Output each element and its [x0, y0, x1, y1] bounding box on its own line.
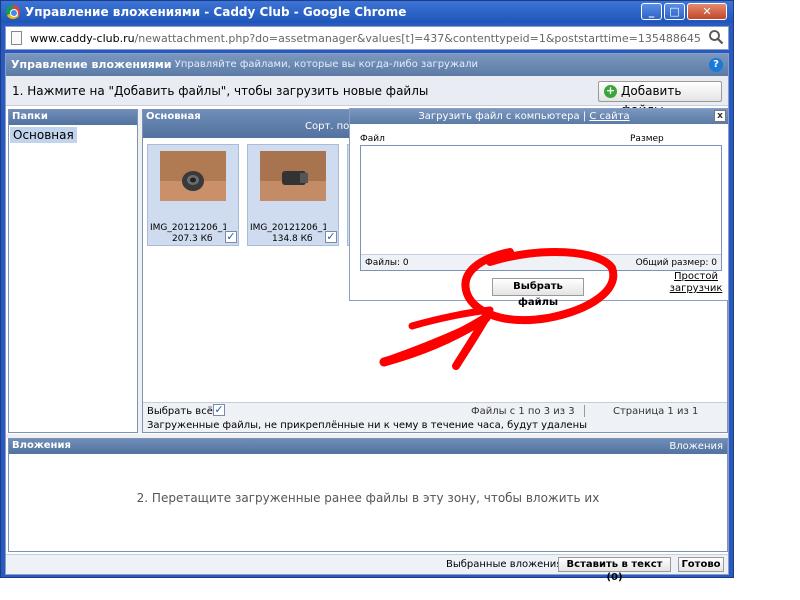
magnifier-icon[interactable]	[708, 29, 724, 45]
help-icon[interactable]: ?	[709, 58, 723, 72]
file-column-header: Файл	[360, 134, 385, 144]
total-size: Общий размер: 0	[635, 258, 717, 268]
attachments-title: Вложения	[12, 440, 71, 451]
from-site-link[interactable]: С сайта	[589, 111, 629, 122]
done-button[interactable]: Готово	[678, 557, 724, 572]
dialog-subtitle: - Управляйте файлами, которые вы когда-л…	[168, 59, 478, 70]
file-checkbox[interactable]: ✓	[325, 231, 337, 243]
simple-uploader-link[interactable]: Простой загрузчик	[666, 271, 726, 295]
file-checkbox[interactable]: ✓	[225, 231, 237, 243]
file-name: IMG_20121206_1524	[250, 223, 326, 233]
upload-header: Загрузить файл с компьютера | С сайта	[350, 109, 728, 124]
attachments-panel[interactable]: Вложения Вложения 2. Перетащите загружен…	[8, 438, 728, 552]
folders-title: Папки	[9, 110, 137, 125]
close-window-button[interactable]: ✕	[687, 3, 727, 20]
files-count: Файлы: 0	[365, 258, 409, 268]
bottom-bar: Выбранные вложения: Вставить в текст (0)…	[6, 554, 728, 583]
browser-window: Управление вложениями - Caddy Club - Goo…	[0, 0, 734, 583]
file-thumbnail[interactable]: IMG_20121206_1524 207.3 Кб ✓	[147, 144, 239, 246]
folders-panel: Папки Основная	[8, 109, 138, 433]
files-title: Основная	[146, 111, 201, 122]
selected-attachments-label: Выбранные вложения:	[446, 559, 566, 570]
upload-file-list: Файлы: 0 Общий размер: 0	[360, 145, 722, 271]
select-all-checkbox[interactable]: ✓	[213, 404, 225, 416]
plus-icon: +	[604, 84, 617, 98]
chrome-logo-icon	[6, 5, 20, 19]
attachments-label: Вложения	[669, 441, 723, 452]
folder-item-main[interactable]: Основная	[10, 127, 77, 143]
page-icon	[11, 31, 22, 45]
dialog-title: Управление вложениями	[11, 58, 172, 71]
size-column-header: Размер	[630, 134, 664, 144]
choose-files-button[interactable]: Выбрать файлы	[492, 278, 584, 308]
insert-inline-button[interactable]: Вставить в текст (0)	[558, 557, 671, 583]
instruction-bar: 1. Нажмите на "Добавить файлы", чтобы за…	[6, 76, 728, 117]
minimize-button[interactable]: _	[641, 3, 662, 20]
photo-thumbnail-icon	[160, 151, 226, 201]
close-icon[interactable]: x	[714, 110, 726, 122]
divider	[584, 405, 585, 417]
dialog-header: Управление вложениями - Управляйте файла…	[6, 54, 728, 76]
address-bar[interactable]: www.caddy-club.ru/newattachment.php?do=a…	[5, 26, 729, 50]
file-count: Файлы с 1 по 3 из 3	[471, 406, 575, 417]
upload-title: Загрузить файл с компьютера	[418, 111, 580, 122]
sort-label[interactable]: Сорт. по	[305, 121, 349, 132]
photo-thumbnail-icon	[260, 151, 326, 201]
file-thumbnail[interactable]: IMG_20121206_1524 134.8 Кб ✓	[247, 144, 339, 246]
file-size: 207.3 Кб	[172, 234, 213, 244]
upload-dialog: Загрузить файл с компьютера | С сайта x …	[349, 108, 729, 308]
file-size: 134.8 Кб	[272, 234, 313, 244]
instruction-text: 1. Нажмите на "Добавить файлы", чтобы за…	[12, 84, 429, 98]
drop-zone-hint: 2. Перетащите загруженные ранее файлы в …	[136, 491, 600, 505]
files-footer: Выбрать всё ✓ Файлы с 1 по 3 из 3 Страни…	[143, 402, 727, 432]
select-all-label: Выбрать всё	[147, 406, 213, 417]
upload-list-footer: Файлы: 0 Общий размер: 0	[361, 254, 721, 270]
window-title: Управление вложениями - Caddy Club - Goo…	[25, 5, 407, 19]
upload-separator: |	[582, 111, 587, 122]
add-files-button[interactable]: + Добавить файлы	[598, 81, 722, 117]
expiry-warning: Загруженные файлы, не прикреплённые ни к…	[147, 420, 588, 431]
attachments-header: Вложения Вложения	[9, 439, 727, 454]
title-bar: Управление вложениями - Caddy Club - Goo…	[1, 1, 733, 23]
maximize-button[interactable]: □	[664, 3, 685, 20]
file-name: IMG_20121206_1524	[150, 223, 226, 233]
url-text[interactable]: www.caddy-club.ru/newattachment.php?do=a…	[30, 32, 700, 45]
page-info: Страница 1 из 1	[613, 406, 699, 417]
